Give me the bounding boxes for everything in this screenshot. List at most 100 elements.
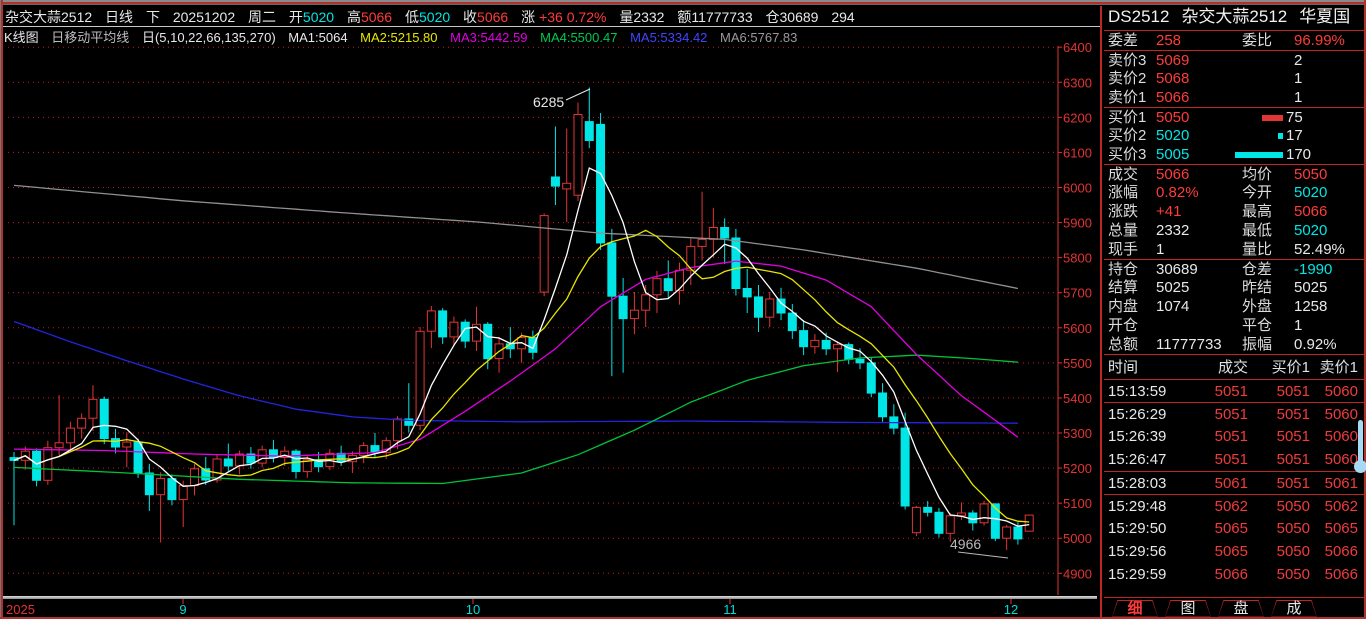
bid-depth: 买价1 5050 75 买价2 5020 17 买价3 5005 170 [1104, 107, 1364, 164]
tape-scrollbar-thumb[interactable] [1353, 420, 1366, 480]
window-left-border [0, 0, 3, 619]
tape-row[interactable]: 15:29:50 5065 5050 5065 [1104, 517, 1364, 540]
price-annotation: 4966 [950, 536, 981, 552]
candle-down [608, 243, 616, 296]
kline-chart[interactable]: 6400630062006100600059005800570056005500… [0, 0, 1100, 619]
candle-down [134, 442, 142, 473]
x-axis-month-label: 10 [466, 602, 480, 617]
tape-row[interactable]: 15:29:48 5062 5050 5062 [1104, 494, 1364, 517]
candle-down [145, 473, 153, 495]
depth-bar [1216, 133, 1286, 139]
y-axis-label: 4900 [1063, 566, 1092, 581]
tape-row[interactable]: 15:29:56 5065 5050 5066 [1104, 540, 1364, 563]
candle-up [574, 115, 582, 196]
stat-row: 成交5066 均价5050 [1104, 164, 1364, 183]
candle-down [924, 507, 932, 512]
candle-down [800, 331, 808, 347]
y-axis-label: 5900 [1063, 216, 1092, 231]
y-axis-label: 5200 [1063, 461, 1092, 476]
candle-down [33, 451, 41, 480]
ask-volume: 2 [1294, 51, 1364, 70]
y-axis-label: 6400 [1063, 40, 1092, 55]
stat-row: 涨跌+41 最高5066 [1104, 202, 1364, 221]
tape-row[interactable]: 15:28:03 5061 5051 5061 [1104, 471, 1364, 494]
tape-row[interactable]: 15:13:59 5051 5051 5060 [1104, 379, 1364, 402]
tape-row[interactable]: 15:26:39 5051 5051 5060 [1104, 425, 1364, 448]
candle-down [619, 296, 627, 318]
y-axis-label: 5800 [1063, 251, 1092, 266]
y-axis-label: 5600 [1063, 321, 1092, 336]
bid-row[interactable]: 买价3 5005 170 [1104, 145, 1364, 164]
candle-up [427, 311, 435, 331]
y-axis-label: 5100 [1063, 496, 1092, 511]
bid-volume: 170 [1286, 145, 1364, 164]
candle-up [157, 479, 165, 495]
candle-down [788, 313, 796, 331]
bid-row[interactable]: 买价2 5020 17 [1104, 126, 1364, 145]
candle-down [551, 177, 559, 186]
candle-down [664, 279, 672, 291]
tab-detail[interactable]: 细 [1112, 600, 1158, 618]
tape-row[interactable]: 15:26:47 5051 5051 5060 [1104, 448, 1364, 471]
candle-down [754, 297, 762, 317]
y-axis-label: 5000 [1063, 531, 1092, 546]
tab-trades[interactable]: 成 [1271, 600, 1317, 618]
chart-h-scrollbar[interactable] [0, 596, 1097, 599]
weibi-value: 96.99% [1294, 31, 1364, 50]
tab-chart[interactable]: 图 [1165, 600, 1211, 618]
tab-board[interactable]: 盘 [1218, 600, 1264, 618]
ask-row[interactable]: 卖价2 5068 1 [1104, 69, 1364, 88]
depth-bar [1216, 152, 1286, 158]
ask-volume: 1 [1294, 88, 1364, 107]
bid-row[interactable]: 买价1 5050 75 [1104, 107, 1364, 126]
candle-up [980, 504, 988, 523]
stat-row: 总额11777733 振幅0.92% [1104, 335, 1364, 354]
stat-row: 持仓30689 仓差-1990 [1104, 259, 1364, 278]
window-top-border [0, 0, 1366, 6]
candle-up [179, 486, 187, 500]
candle-up [258, 450, 266, 463]
quote-panel: DS2512杂交大蒜2512华夏国 委差 258 委比 96.99% 卖价3 5… [1104, 0, 1364, 619]
tape-header: 时间 成交 买价1 卖价1 [1104, 354, 1364, 379]
candle-down [100, 399, 108, 438]
candle-up [1003, 527, 1011, 538]
candle-up [416, 331, 424, 425]
candle-up [766, 299, 774, 317]
panel-tab-bar: 细 图 盘 成 [1104, 597, 1364, 619]
x-axis-month-label: 11 [723, 602, 737, 617]
scrollbar-rod-icon [1358, 420, 1363, 464]
ask-row[interactable]: 卖价3 5069 2 [1104, 50, 1364, 69]
candle-down [1014, 527, 1022, 539]
candle-down [935, 512, 943, 533]
candle-down [991, 504, 999, 538]
candle-down [721, 228, 729, 239]
candle-down [879, 393, 887, 417]
candle-down [597, 124, 605, 242]
candle-up [123, 442, 131, 447]
stat-row: 开仓 平仓1 [1104, 316, 1364, 335]
candle-up [1025, 515, 1033, 531]
candle-up [450, 322, 458, 337]
tape-row[interactable]: 15:26:29 5051 5051 5060 [1104, 402, 1364, 425]
y-axis-label: 5500 [1063, 356, 1092, 371]
stat-row: 现手1 量比52.49% [1104, 240, 1364, 259]
y-axis-label: 6100 [1063, 145, 1092, 160]
candle-down [224, 459, 232, 466]
candle-down [901, 428, 909, 506]
stat-row: 涨幅0.82% 今开5020 [1104, 183, 1364, 202]
bid-price: 5005 [1156, 145, 1216, 164]
candle-up [811, 340, 819, 346]
candle-up [78, 418, 86, 428]
ask-row[interactable]: 卖价1 5066 1 [1104, 88, 1364, 107]
bid-price: 5050 [1156, 108, 1216, 127]
tape-row[interactable]: 15:29:59 5066 5050 5066 [1104, 563, 1364, 586]
candle-up [394, 419, 402, 441]
ma-line [14, 230, 1029, 522]
candle-down [484, 324, 492, 358]
ma-line [14, 185, 1018, 288]
candle-down [112, 439, 120, 447]
trading-terminal-window: 杂交大蒜2512 日线 下 20251202 周二 开5020 高5066 低5… [0, 0, 1366, 619]
candle-up [642, 295, 650, 310]
scrollbar-bulb-icon [1354, 460, 1366, 473]
weicha-value: 258 [1156, 31, 1242, 50]
